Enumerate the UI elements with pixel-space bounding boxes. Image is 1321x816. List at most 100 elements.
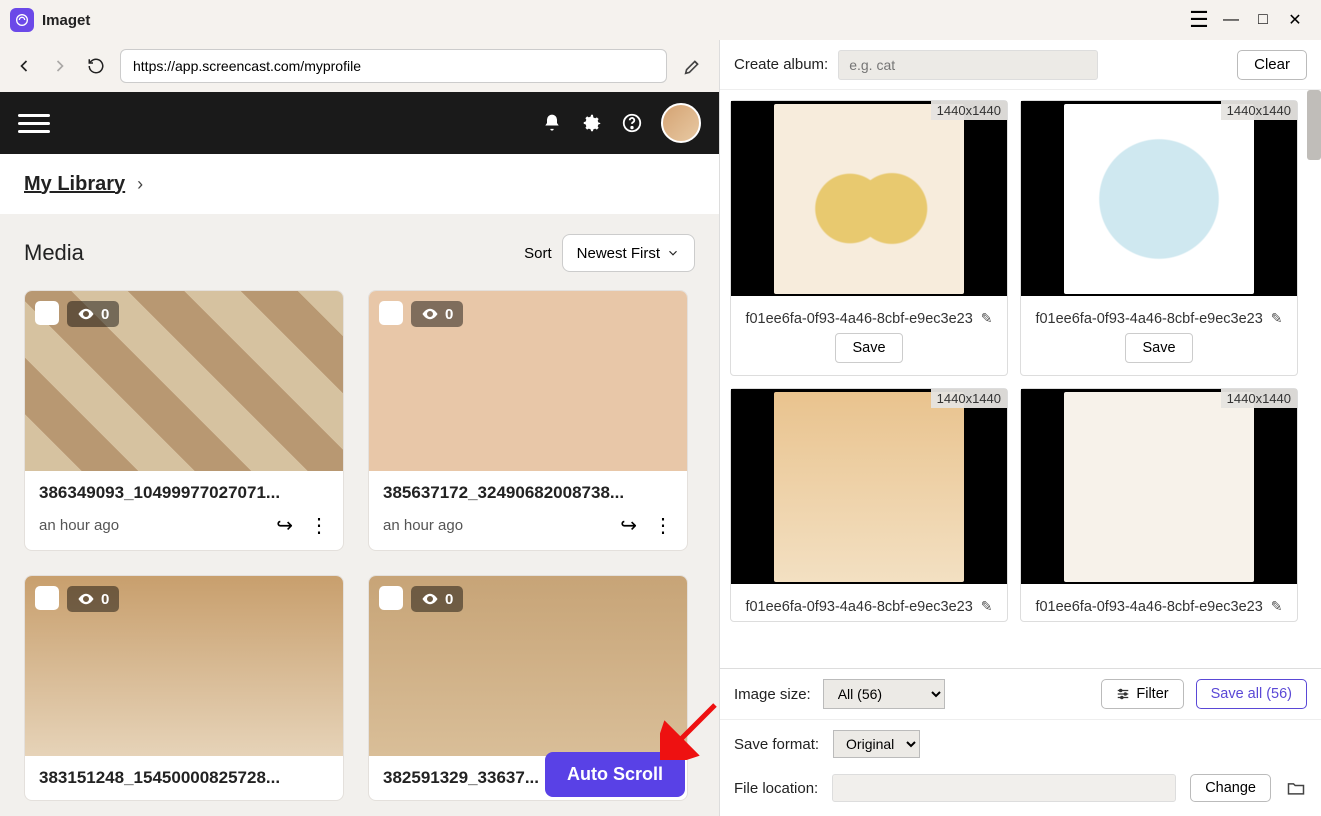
- image-filename: f01ee6fa-0f93-4a46-8cbf-e9ec3e23: [1035, 599, 1262, 615]
- save-format-row: Save format: Original: [720, 719, 1321, 768]
- image-filename: f01ee6fa-0f93-4a46-8cbf-e9ec3e23: [745, 599, 972, 615]
- forward-icon[interactable]: [48, 54, 72, 78]
- card-title: 386349093_10499977027071...: [39, 483, 329, 503]
- auto-scroll-button[interactable]: Auto Scroll: [545, 752, 685, 797]
- breadcrumb[interactable]: My Library: [24, 173, 125, 196]
- folder-icon[interactable]: [1285, 777, 1307, 799]
- checkbox[interactable]: [35, 301, 59, 325]
- site-menu-icon[interactable]: [18, 107, 50, 139]
- site-header: [0, 92, 719, 154]
- reload-icon[interactable]: [84, 54, 108, 78]
- media-thumbnail: 0: [25, 576, 343, 756]
- save-button[interactable]: Save: [1125, 333, 1192, 363]
- image-size-label: Image size:: [734, 686, 811, 703]
- dimensions-badge: 1440x1440: [931, 101, 1007, 120]
- dimensions-badge: 1440x1440: [1221, 101, 1297, 120]
- clear-button[interactable]: Clear: [1237, 50, 1307, 80]
- change-button[interactable]: Change: [1190, 774, 1271, 802]
- title-bar: Imaget ☰ — □ ✕: [0, 0, 1321, 40]
- save-all-button[interactable]: Save all (56): [1196, 679, 1307, 709]
- view-count-badge: 0: [67, 586, 119, 612]
- back-icon[interactable]: [12, 54, 36, 78]
- edit-icon[interactable]: ✎: [981, 310, 993, 327]
- image-filename: f01ee6fa-0f93-4a46-8cbf-e9ec3e23: [1035, 311, 1262, 327]
- browser-bar: [0, 40, 719, 92]
- save-format-select[interactable]: Original: [833, 730, 920, 758]
- edit-icon[interactable]: ✎: [1271, 598, 1283, 615]
- sort-select[interactable]: Newest First: [562, 234, 695, 272]
- edit-icon[interactable]: ✎: [1271, 310, 1283, 327]
- media-title: Media: [24, 240, 84, 266]
- image-thumbnail: [1064, 392, 1254, 582]
- media-header: Media Sort Newest First: [24, 234, 695, 272]
- image-thumbnail: [1064, 104, 1254, 294]
- create-album-label: Create album:: [734, 56, 828, 73]
- gear-icon[interactable]: [581, 112, 603, 134]
- right-pane: Create album: Clear 1440x1440 f01ee6fa-0…: [719, 40, 1321, 816]
- media-thumbnail: 0: [369, 291, 687, 471]
- dimensions-badge: 1440x1440: [1221, 389, 1297, 408]
- image-filename: f01ee6fa-0f93-4a46-8cbf-e9ec3e23: [745, 311, 972, 327]
- more-icon[interactable]: ⋮: [309, 513, 329, 538]
- app-title: Imaget: [42, 12, 90, 29]
- image-item[interactable]: 1440x1440 f01ee6fa-0f93-4a46-8cbf-e9ec3e…: [730, 100, 1008, 376]
- file-location-input[interactable]: [832, 774, 1176, 802]
- sort-value: Newest First: [577, 245, 660, 262]
- image-item[interactable]: 1440x1440 f01ee6fa-0f93-4a46-8cbf-e9ec3e…: [1020, 100, 1298, 376]
- maximize-icon[interactable]: □: [1247, 4, 1279, 36]
- card-time: an hour ago: [383, 517, 463, 534]
- filter-button[interactable]: Filter: [1101, 679, 1183, 709]
- checkbox[interactable]: [379, 586, 403, 610]
- media-card[interactable]: 0 383151248_15450000825728...: [24, 575, 344, 801]
- color-picker-icon[interactable]: [679, 52, 707, 80]
- scrollbar[interactable]: [1307, 90, 1321, 160]
- eye-icon: [421, 305, 439, 323]
- save-button[interactable]: Save: [835, 333, 902, 363]
- thumbnail-grid: 1440x1440 f01ee6fa-0f93-4a46-8cbf-e9ec3e…: [730, 100, 1311, 622]
- image-item[interactable]: 1440x1440 f01ee6fa-0f93-4a46-8cbf-e9ec3e…: [730, 388, 1008, 622]
- album-name-input[interactable]: [838, 50, 1098, 80]
- minimize-icon[interactable]: —: [1215, 4, 1247, 36]
- media-thumbnail: 0: [25, 291, 343, 471]
- media-card[interactable]: 0 386349093_10499977027071... an hour ag…: [24, 290, 344, 551]
- hamburger-menu-icon[interactable]: ☰: [1183, 4, 1215, 36]
- view-count-badge: 0: [67, 301, 119, 327]
- media-card[interactable]: 0 385637172_32490682008738... an hour ag…: [368, 290, 688, 551]
- file-location-row: File location: Change: [720, 768, 1321, 816]
- sliders-icon: [1116, 687, 1130, 701]
- eye-icon: [77, 305, 95, 323]
- help-icon[interactable]: [621, 112, 643, 134]
- image-size-select[interactable]: All (56): [823, 679, 945, 709]
- chevron-down-icon: [666, 246, 680, 260]
- app-logo: [10, 8, 34, 32]
- avatar[interactable]: [661, 103, 701, 143]
- media-thumbnail: 0: [369, 576, 687, 756]
- image-item[interactable]: 1440x1440 f01ee6fa-0f93-4a46-8cbf-e9ec3e…: [1020, 388, 1298, 622]
- card-time: an hour ago: [39, 517, 119, 534]
- breadcrumb-row: My Library ›: [0, 154, 719, 214]
- more-icon[interactable]: ⋮: [653, 513, 673, 538]
- image-thumbnail: [774, 392, 964, 582]
- checkbox[interactable]: [379, 301, 403, 325]
- close-icon[interactable]: ✕: [1279, 4, 1311, 36]
- file-location-label: File location:: [734, 780, 818, 797]
- share-icon[interactable]: ↪: [276, 513, 293, 538]
- view-count-badge: 0: [411, 586, 463, 612]
- dimensions-badge: 1440x1440: [931, 389, 1007, 408]
- media-grid: 0 386349093_10499977027071... an hour ag…: [24, 290, 695, 801]
- embedded-site: My Library › Media Sort Newest First: [0, 92, 719, 816]
- edit-icon[interactable]: ✎: [981, 598, 993, 615]
- save-format-label: Save format:: [734, 736, 819, 753]
- image-thumbnail: [774, 104, 964, 294]
- checkbox[interactable]: [35, 586, 59, 610]
- left-pane: My Library › Media Sort Newest First: [0, 40, 719, 816]
- filter-controls: Image size: All (56) Filter Save all (56…: [720, 668, 1321, 719]
- album-header: Create album: Clear: [720, 40, 1321, 90]
- card-title: 383151248_15450000825728...: [39, 768, 329, 788]
- sort-label: Sort: [524, 245, 552, 262]
- url-input[interactable]: [120, 49, 667, 83]
- share-icon[interactable]: ↪: [620, 513, 637, 538]
- eye-icon: [421, 590, 439, 608]
- bell-icon[interactable]: [541, 112, 563, 134]
- view-count-badge: 0: [411, 301, 463, 327]
